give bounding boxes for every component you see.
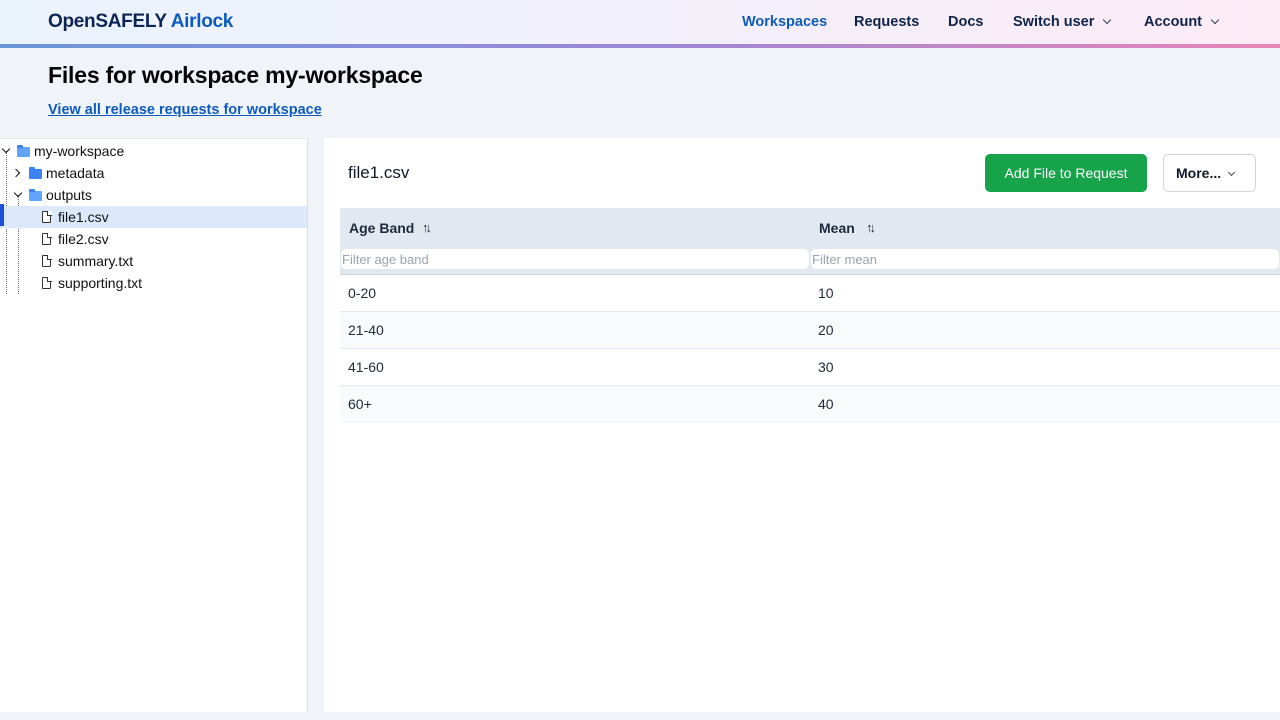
table-header: Age Band ↑↓ Mean ↑↓ [340, 208, 1280, 275]
nav-docs[interactable]: Docs [948, 14, 983, 30]
brand-secondary: Airlock [170, 11, 234, 32]
file-icon [42, 276, 52, 289]
chevron-down-icon [1228, 168, 1236, 177]
nav-workspaces-label: Workspaces [742, 14, 828, 30]
nav-workspaces[interactable]: Workspaces [742, 14, 827, 30]
column-header-age-band[interactable]: Age Band [349, 220, 414, 236]
nav-switch-user[interactable]: Switch user [1013, 14, 1112, 30]
nav-requests-label: Requests [854, 14, 920, 30]
brand-primary: OpenSAFELY [48, 11, 167, 32]
tree-item-label: file1.csv [58, 209, 109, 225]
tree-item-summary-txt[interactable]: summary.txt [0, 250, 307, 272]
nav-switch-user-label: Switch user [1013, 14, 1095, 30]
more-dropdown-button[interactable]: More... [1163, 154, 1256, 192]
folder-icon [29, 167, 42, 179]
cell-mean: 20 [818, 322, 834, 338]
table-row: 41-60 30 [340, 349, 1280, 386]
chevron-down-icon [1210, 15, 1220, 25]
tree-item-label: file2.csv [58, 231, 109, 247]
add-file-to-request-button[interactable]: Add File to Request [985, 154, 1147, 192]
file-title: file1.csv [348, 163, 410, 182]
tree-item-label: supporting.txt [58, 275, 143, 291]
cell-mean: 10 [818, 285, 834, 301]
tree-item-supporting-txt[interactable]: supporting.txt [0, 272, 307, 294]
cell-age-band: 0-20 [348, 285, 377, 301]
more-button-label: More... [1176, 165, 1222, 181]
nav-docs-label: Docs [948, 14, 984, 30]
folder-open-icon [17, 145, 30, 157]
file-tree: my-workspace metadata outputs file1.csv … [0, 138, 308, 712]
chevron-down-icon [1103, 15, 1112, 25]
cell-mean: 30 [818, 359, 834, 375]
nav-account-label: Account [1144, 14, 1202, 30]
top-navbar: OpenSAFELY Airlock Workspaces Requests D… [0, 0, 1280, 48]
table-row: 21-40 20 [340, 312, 1280, 349]
tree-item-label: metadata [46, 165, 105, 181]
chevron-down-icon[interactable] [13, 188, 23, 198]
sort-icon[interactable]: ↑↓ [422, 220, 432, 235]
nav-requests[interactable]: Requests [854, 14, 919, 30]
tree-item-label: summary.txt [58, 253, 134, 269]
file-icon [42, 254, 52, 267]
tree-item-my-workspace[interactable]: my-workspace [0, 140, 307, 162]
cell-age-band: 21-40 [348, 322, 384, 338]
cell-mean: 40 [818, 396, 834, 412]
tree-item-label: outputs [46, 187, 92, 203]
tree-item-file2-csv[interactable]: file2.csv [0, 228, 307, 250]
file-icon [42, 232, 52, 245]
tree-item-file1-csv[interactable]: file1.csv [0, 206, 307, 228]
nav-account[interactable]: Account [1144, 14, 1220, 30]
chevron-down-icon[interactable] [1, 144, 11, 154]
brand-logo[interactable]: OpenSAFELY Airlock [48, 11, 233, 33]
header-gradient-bar [0, 44, 1280, 48]
tree-item-outputs[interactable]: outputs [0, 184, 307, 206]
page-title: Files for workspace my-workspace [48, 62, 423, 88]
filter-age-band-input[interactable] [341, 249, 809, 269]
folder-open-icon [29, 189, 42, 201]
file-icon [42, 210, 52, 223]
tree-item-metadata[interactable]: metadata [0, 162, 307, 184]
filter-mean-input[interactable] [811, 249, 1279, 269]
table-row: 60+ 40 [340, 386, 1280, 423]
view-release-requests-link[interactable]: View all release requests for workspace [48, 102, 322, 118]
cell-age-band: 60+ [348, 396, 372, 412]
cell-age-band: 41-60 [348, 359, 384, 375]
selection-indicator [0, 204, 4, 226]
chevron-right-icon[interactable] [11, 168, 21, 178]
table-row: 0-20 10 [340, 275, 1280, 312]
sort-icon[interactable]: ↑↓ [866, 220, 876, 235]
column-header-mean[interactable]: Mean [819, 220, 855, 236]
file-content-panel: file1.csv Add File to Request More... Ag… [324, 138, 1280, 712]
tree-item-label: my-workspace [34, 143, 125, 159]
